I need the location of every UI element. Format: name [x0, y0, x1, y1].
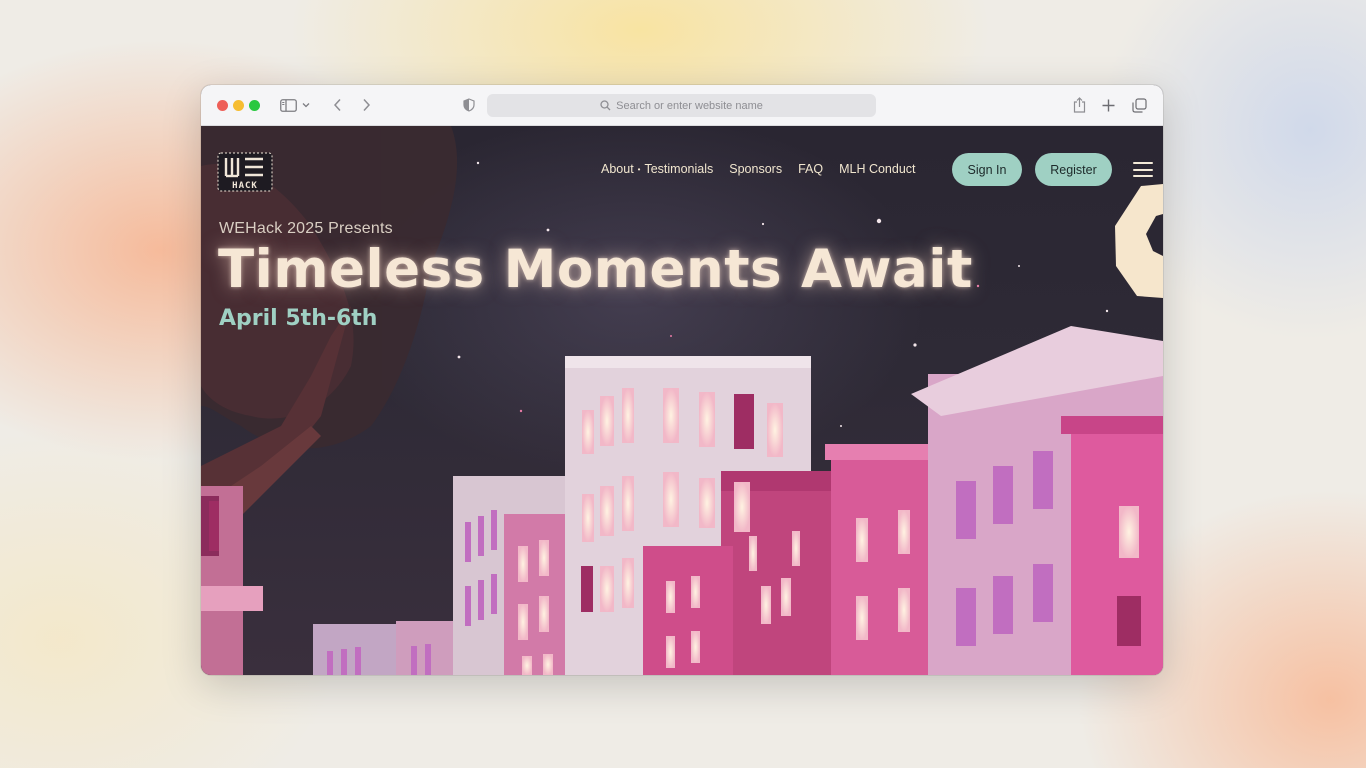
- search-icon: [600, 100, 611, 111]
- sign-in-button[interactable]: Sign In: [952, 153, 1022, 186]
- nav-about[interactable]: About: [601, 162, 634, 176]
- sidebar-icon[interactable]: [276, 93, 300, 117]
- hero-title: Timeless Moments Await: [218, 239, 973, 300]
- hamburger-menu-icon[interactable]: [1133, 162, 1153, 178]
- city-night-illustration: [201, 126, 1163, 675]
- nav-mlh-conduct[interactable]: MLH Conduct: [839, 162, 915, 176]
- webpage-content: HACK About • Testimonials Sponsors FAQ M…: [201, 126, 1163, 675]
- chevron-down-icon[interactable]: [299, 93, 313, 117]
- main-nav: About • Testimonials Sponsors FAQ MLH Co…: [601, 162, 932, 176]
- new-tab-icon[interactable]: [1096, 93, 1120, 117]
- register-button[interactable]: Register: [1035, 153, 1112, 186]
- close-window-button[interactable]: [217, 100, 228, 111]
- share-icon[interactable]: [1067, 93, 1091, 117]
- nav-testimonials[interactable]: Testimonials: [644, 162, 713, 176]
- browser-window: Search or enter website name HACK About …: [201, 85, 1163, 675]
- nav-sponsors[interactable]: Sponsors: [729, 162, 782, 176]
- back-icon[interactable]: [325, 93, 349, 117]
- forward-icon[interactable]: [354, 93, 378, 117]
- hero-presents: WEHack 2025 Presents: [219, 220, 393, 237]
- minimize-window-button[interactable]: [233, 100, 244, 111]
- hero-dates: April 5th-6th: [219, 306, 378, 331]
- wehack-logo[interactable]: HACK: [217, 152, 273, 192]
- address-placeholder: Search or enter website name: [616, 99, 763, 112]
- tabs-overview-icon[interactable]: [1127, 93, 1151, 117]
- logo-text: HACK: [232, 181, 258, 191]
- nav-faq[interactable]: FAQ: [798, 162, 823, 176]
- zoom-window-button[interactable]: [249, 100, 260, 111]
- nav-active-dot: •: [637, 164, 641, 174]
- address-bar[interactable]: Search or enter website name: [487, 94, 876, 117]
- browser-toolbar: Search or enter website name: [201, 85, 1163, 126]
- shield-icon[interactable]: [457, 93, 481, 117]
